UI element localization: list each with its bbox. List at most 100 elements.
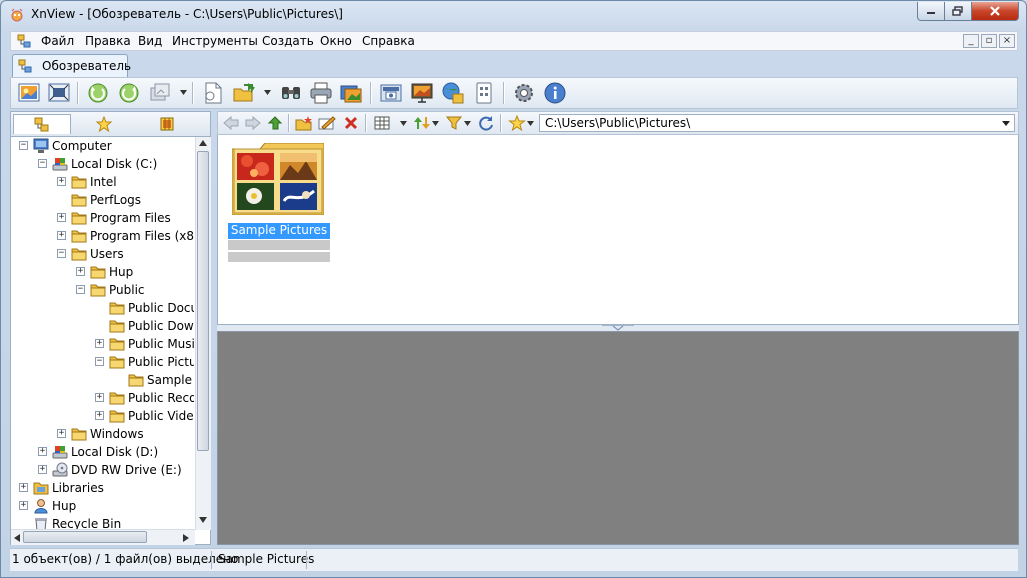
mdi-close-button[interactable]: × [999,34,1015,48]
folders-tab[interactable] [13,114,71,134]
back-icon[interactable] [222,115,240,131]
expand-icon[interactable]: + [38,447,47,456]
favorites-tab[interactable] [75,114,133,134]
path-combobox[interactable]: C:\Users\Public\Pictures\ [539,114,1015,132]
dropdown-arrow-icon[interactable] [464,121,471,126]
tree-node[interactable]: Public Dowr [11,317,194,335]
tree-node[interactable]: + Hup [11,263,194,281]
tree-node[interactable]: + Program Files (x86) [11,227,194,245]
menu-view[interactable]: Вид [138,34,162,48]
tree-node[interactable]: + Public Reco [11,389,194,407]
menu-file[interactable]: Файл [41,34,74,48]
collapse-icon[interactable]: − [95,357,104,366]
collapse-icon[interactable]: − [76,285,85,294]
menu-edit[interactable]: Правка [85,34,131,48]
scroll-left-icon[interactable] [14,534,20,542]
up-folder-icon[interactable] [266,115,284,131]
tree-node[interactable]: + DVD RW Drive (E:) [11,461,194,479]
menu-tools[interactable]: Инструменты [172,34,258,48]
forward-icon[interactable] [244,115,262,131]
collapse-icon[interactable]: − [38,159,47,168]
slideshow-icon[interactable] [339,81,363,105]
menu-create[interactable]: Создать [262,34,314,48]
chevron-down-icon[interactable] [1002,121,1010,126]
tree-node[interactable]: + Windows [11,425,194,443]
tree-node[interactable]: + Public Musi [11,335,194,353]
expand-icon[interactable]: + [19,501,28,510]
rotate-right-icon[interactable] [117,81,141,105]
folder-tree[interactable]: − Computer − Local Disk (C:) + Intel PerfLogs +… [11,137,194,530]
scrollbar-thumb[interactable] [197,151,209,451]
tree-node[interactable]: Sample [11,371,194,389]
minimize-button[interactable] [917,2,945,21]
tree-node[interactable]: + Intel [11,173,194,191]
tree-node[interactable]: + Libraries [11,479,194,497]
title-bar[interactable]: XnView - [Обозреватель - C:\Users\Public… [1,1,1026,29]
tree-node[interactable]: + Program Files [11,209,194,227]
favorites-star-icon[interactable] [508,115,526,131]
tree-node[interactable]: PerfLogs [11,191,194,209]
view-icon[interactable] [17,81,41,105]
expand-icon[interactable]: + [57,429,66,438]
expand-icon[interactable]: + [19,483,28,492]
fullscreen-icon[interactable] [47,81,71,105]
tree-node[interactable]: Public Docu [11,299,194,317]
find-icon[interactable] [279,81,303,105]
tree-node[interactable]: − Public [11,281,194,299]
delete-icon[interactable] [342,115,360,131]
expand-icon[interactable]: + [57,213,66,222]
sort-icon[interactable] [413,115,431,131]
maximize-button[interactable] [944,2,972,21]
expand-icon[interactable]: + [57,231,66,240]
menu-window[interactable]: Окно [320,34,352,48]
categories-tab[interactable] [138,114,196,134]
convert-icon[interactable] [148,81,172,105]
tree-vertical-scrollbar[interactable] [195,137,211,530]
settings-icon[interactable] [512,81,536,105]
collapse-icon[interactable]: − [57,249,66,258]
dropdown-arrow-icon[interactable] [264,90,271,95]
tree-node[interactable]: − Computer [11,137,194,155]
tree-node[interactable]: Recycle Bin [11,515,194,530]
scroll-up-icon[interactable] [199,140,207,146]
mdi-restore-button[interactable]: ▫ [981,34,997,48]
collapse-icon[interactable]: − [19,141,28,150]
expand-icon[interactable]: + [95,393,104,402]
file-list-pane[interactable]: Sample Pictures [217,135,1019,325]
scroll-down-icon[interactable] [199,517,207,523]
web-icon[interactable] [441,81,465,105]
dropdown-arrow-icon[interactable] [527,121,534,126]
screen-icon[interactable] [410,81,434,105]
export-icon[interactable] [232,81,256,105]
mdi-minimize-button[interactable]: _ [963,34,979,48]
expand-icon[interactable]: + [38,465,47,474]
scrollbar-thumb[interactable] [23,531,147,543]
expand-icon[interactable]: + [95,411,104,420]
scroll-right-icon[interactable] [183,534,189,542]
tree-node[interactable]: + Public Videc [11,407,194,425]
tree-node[interactable]: − Local Disk (C:) [11,155,194,173]
print-icon[interactable] [309,81,333,105]
dropdown-arrow-icon[interactable] [432,121,439,126]
rename-icon[interactable] [318,115,336,131]
capture-icon[interactable] [379,81,403,105]
filter-icon[interactable] [445,115,463,131]
close-button[interactable] [971,2,1019,21]
dropdown-arrow-icon[interactable] [400,121,407,126]
tree-node[interactable]: − Users [11,245,194,263]
tab-browser[interactable]: Обозреватель [12,54,131,77]
menu-help[interactable]: Справка [362,34,415,48]
refresh-icon[interactable] [477,115,495,131]
new-folder-icon[interactable] [295,115,313,131]
tree-node[interactable]: + Hup [11,497,194,515]
tree-node[interactable]: − Public Pictu [11,353,194,371]
calculator-icon[interactable] [472,81,496,105]
view-mode-icon[interactable] [373,115,391,131]
new-document-icon[interactable] [201,81,225,105]
dropdown-arrow-icon[interactable] [180,90,187,95]
rotate-left-icon[interactable] [86,81,110,105]
tree-horizontal-scrollbar[interactable] [11,529,195,545]
tree-node[interactable]: + Local Disk (D:) [11,443,194,461]
expand-icon[interactable]: + [57,177,66,186]
expand-icon[interactable]: + [95,339,104,348]
